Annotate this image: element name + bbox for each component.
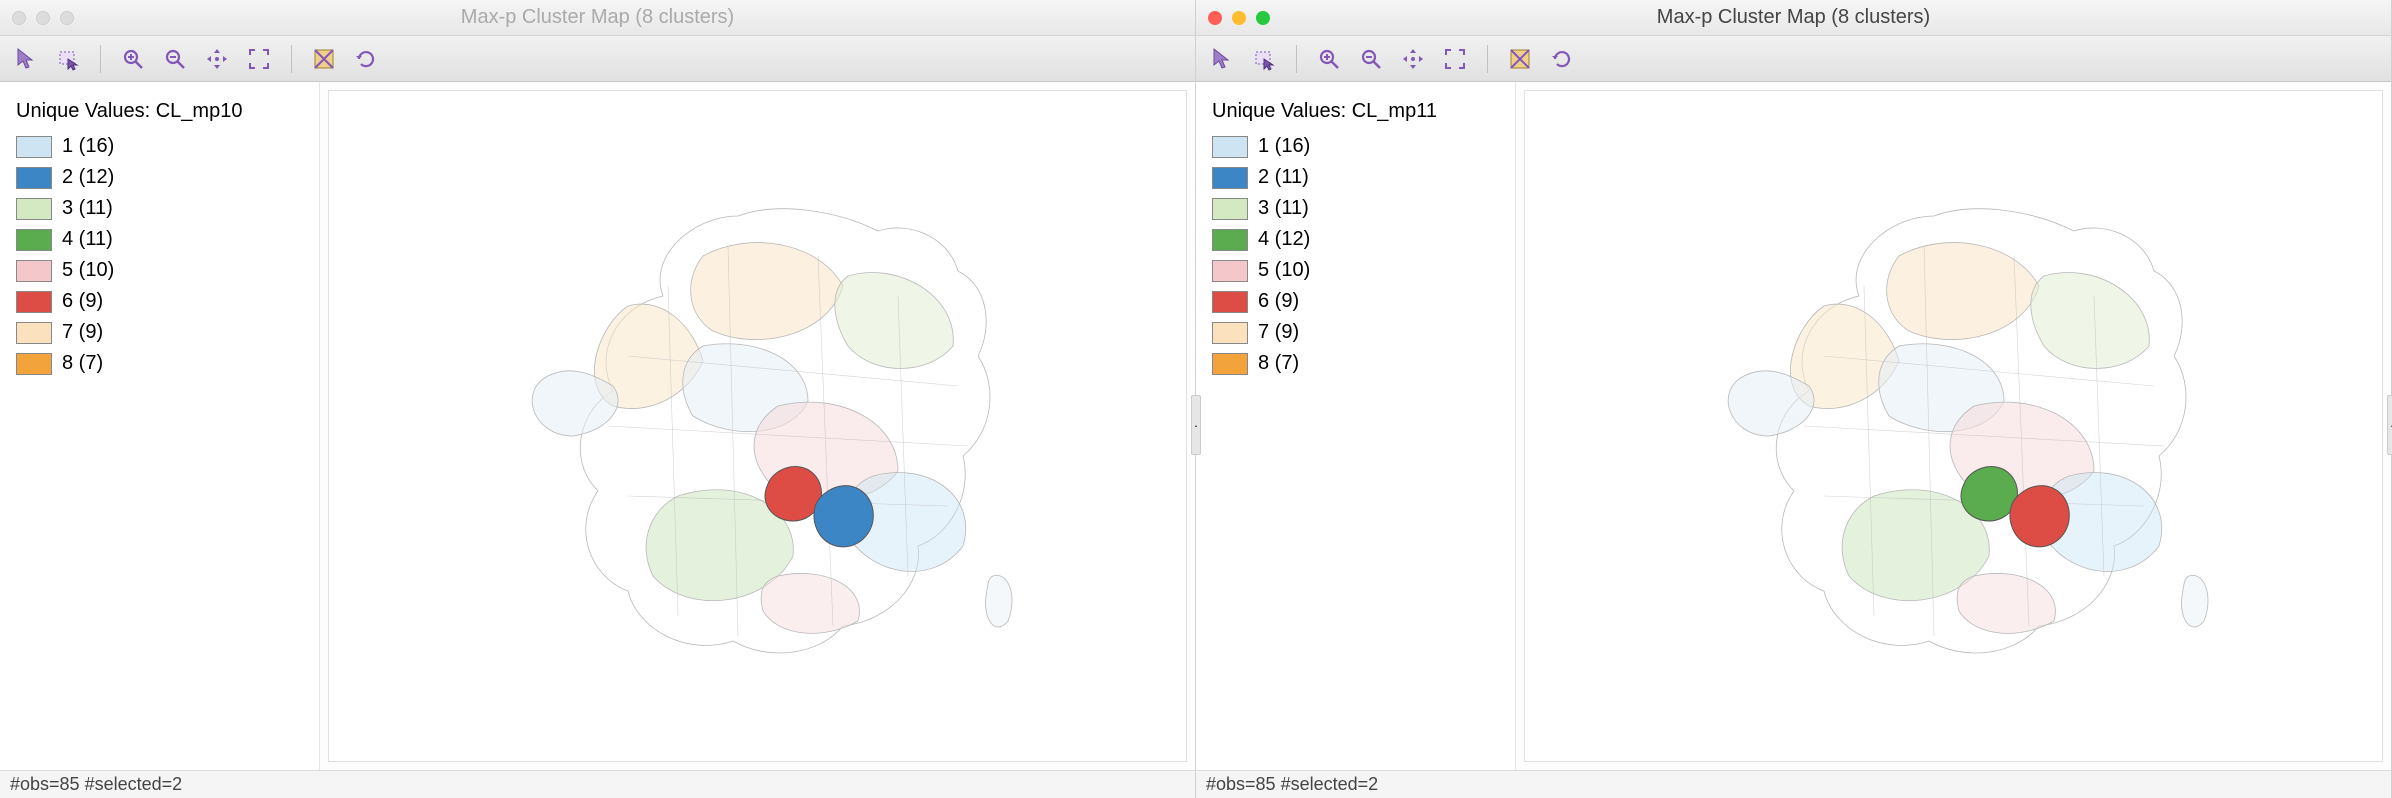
legend-row[interactable]: 2 (12) [16, 162, 303, 193]
legend-swatch [1212, 136, 1248, 158]
legend-label: 8 (7) [62, 352, 103, 375]
legend-label: 7 (9) [1258, 321, 1299, 344]
legend-label: 4 (12) [1258, 228, 1310, 251]
pan-icon[interactable] [1399, 45, 1427, 73]
legend-row[interactable]: 7 (9) [1212, 317, 1499, 348]
status-text: #obs=85 #selected=2 [10, 774, 182, 795]
map-canvas[interactable] [328, 90, 1187, 762]
window-title: Max-p Cluster Map (8 clusters) [1208, 6, 2379, 29]
legend-swatch [16, 229, 52, 251]
status-text: #obs=85 #selected=2 [1206, 774, 1378, 795]
legend-panel: Unique Values: CL_mp11 1 (16) 2 (11) 3 (11… [1196, 82, 1516, 770]
selected-region[interactable] [2010, 486, 2069, 547]
legend-label: 2 (12) [62, 166, 114, 189]
toolbar [0, 36, 1195, 82]
titlebar: Max-p Cluster Map (8 clusters) [1196, 0, 2391, 36]
select-rect-tool-icon[interactable] [1250, 45, 1278, 73]
legend-swatch [1212, 322, 1248, 344]
legend-label: 8 (7) [1258, 352, 1299, 375]
titlebar: Max-p Cluster Map (8 clusters) [0, 0, 1195, 36]
legend-row[interactable]: 6 (9) [1212, 286, 1499, 317]
window-right: Max-p Cluster Map (8 clusters) [1196, 0, 2392, 798]
legend-label: 6 (9) [62, 290, 103, 313]
legend-row[interactable]: 1 (16) [16, 131, 303, 162]
traffic-close-icon[interactable] [12, 11, 26, 25]
legend-row[interactable]: 5 (10) [16, 255, 303, 286]
legend-swatch [1212, 229, 1248, 251]
zoom-extent-icon[interactable] [1441, 45, 1469, 73]
legend-swatch [16, 136, 52, 158]
pointer-tool-icon[interactable] [12, 45, 40, 73]
legend-swatch [16, 322, 52, 344]
legend-row[interactable]: 8 (7) [1212, 348, 1499, 379]
legend-row[interactable]: 4 (12) [1212, 224, 1499, 255]
map-canvas[interactable] [1524, 90, 2383, 762]
legend-label: 3 (11) [1258, 197, 1309, 220]
legend-label: 6 (9) [1258, 290, 1299, 313]
zoom-in-icon[interactable] [1315, 45, 1343, 73]
zoom-out-icon[interactable] [161, 45, 189, 73]
legend-swatch [1212, 291, 1248, 313]
traffic-lights [12, 11, 74, 25]
legend-label: 7 (9) [62, 321, 103, 344]
zoom-in-icon[interactable] [119, 45, 147, 73]
legend-row[interactable]: 3 (11) [1212, 193, 1499, 224]
legend-row[interactable]: 6 (9) [16, 286, 303, 317]
refresh-icon[interactable] [1548, 45, 1576, 73]
traffic-lights [1208, 11, 1270, 25]
legend-swatch [1212, 167, 1248, 189]
drag-handle-icon[interactable]: · [2387, 395, 2392, 455]
traffic-max-icon[interactable] [60, 11, 74, 25]
drag-handle-icon[interactable]: · [1191, 395, 1201, 455]
legend-title: Unique Values: CL_mp11 [1212, 100, 1499, 123]
pane-splitter[interactable]: · [1189, 80, 1201, 770]
legend-label: 5 (10) [1258, 259, 1310, 282]
basemap-toggle-icon[interactable] [1506, 45, 1534, 73]
pointer-tool-icon[interactable] [1208, 45, 1236, 73]
refresh-icon[interactable] [352, 45, 380, 73]
legend-row[interactable]: 8 (7) [16, 348, 303, 379]
pane-splitter[interactable]: · [2385, 80, 2392, 770]
legend-swatch [16, 291, 52, 313]
traffic-min-icon[interactable] [36, 11, 50, 25]
selected-region[interactable] [814, 486, 873, 547]
legend-label: 2 (11) [1258, 166, 1309, 189]
traffic-close-icon[interactable] [1208, 11, 1222, 25]
legend-swatch [16, 353, 52, 375]
legend-label: 4 (11) [62, 228, 113, 251]
legend-label: 5 (10) [62, 259, 114, 282]
window-left: Max-p Cluster Map (8 clusters) [0, 0, 1196, 798]
toolbar [1196, 36, 2391, 82]
legend-label: 3 (11) [62, 197, 113, 220]
legend-row[interactable]: 5 (10) [1212, 255, 1499, 286]
legend-row[interactable]: 1 (16) [1212, 131, 1499, 162]
legend-row[interactable]: 4 (11) [16, 224, 303, 255]
basemap-toggle-icon[interactable] [310, 45, 338, 73]
zoom-extent-icon[interactable] [245, 45, 273, 73]
legend-panel: Unique Values: CL_mp10 1 (16) 2 (12) 3 (11… [0, 82, 320, 770]
pan-icon[interactable] [203, 45, 231, 73]
select-rect-tool-icon[interactable] [54, 45, 82, 73]
legend-swatch [1212, 198, 1248, 220]
legend-swatch [1212, 260, 1248, 282]
legend-swatch [1212, 353, 1248, 375]
zoom-out-icon[interactable] [1357, 45, 1385, 73]
legend-label: 1 (16) [1258, 135, 1310, 158]
legend-swatch [16, 260, 52, 282]
traffic-max-icon[interactable] [1256, 11, 1270, 25]
legend-row[interactable]: 2 (11) [1212, 162, 1499, 193]
legend-title: Unique Values: CL_mp10 [16, 100, 303, 123]
traffic-min-icon[interactable] [1232, 11, 1246, 25]
status-bar: #obs=85 #selected=2 [0, 770, 1195, 798]
legend-swatch [16, 167, 52, 189]
legend-swatch [16, 198, 52, 220]
status-bar: #obs=85 #selected=2 [1196, 770, 2391, 798]
legend-row[interactable]: 7 (9) [16, 317, 303, 348]
legend-row[interactable]: 3 (11) [16, 193, 303, 224]
legend-label: 1 (16) [62, 135, 114, 158]
window-title: Max-p Cluster Map (8 clusters) [12, 6, 1183, 29]
